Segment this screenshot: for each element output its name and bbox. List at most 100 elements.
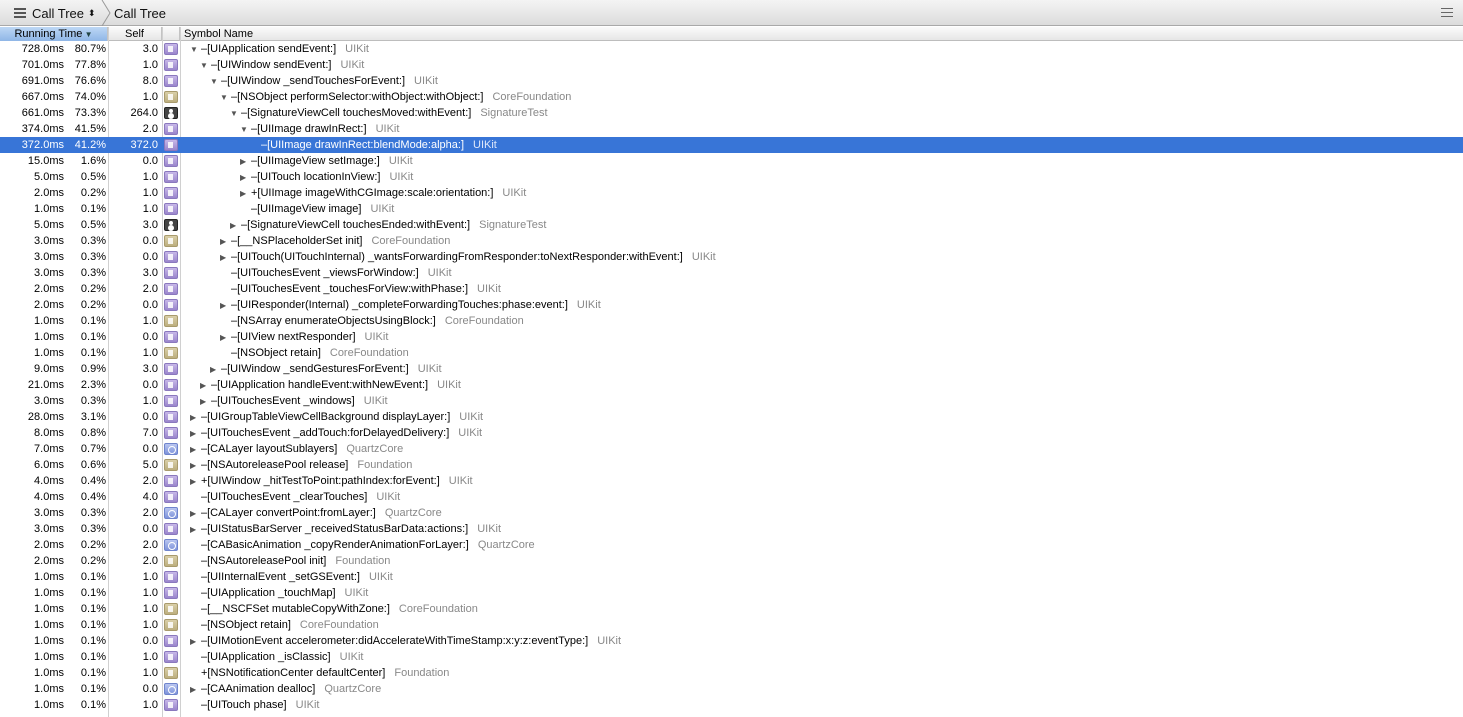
- table-row[interactable]: 1.0ms 0.1% 1.0 –[NSArray enumerateObjectsUs…: [0, 313, 1463, 329]
- disclosure-collapsed-icon[interactable]: ▶: [200, 394, 211, 410]
- disclosure-collapsed-icon[interactable]: ▶: [220, 298, 231, 314]
- table-row[interactable]: 4.0ms 0.4% 4.0 –[UITouchesEvent _clearTouch…: [0, 489, 1463, 505]
- library-name: CoreFoundation: [329, 347, 409, 359]
- foundation-library-icon: [164, 347, 178, 359]
- table-row[interactable]: 1.0ms 0.1% 0.0 ▶ –[UIView nextResponder] UIKi…: [0, 329, 1463, 345]
- disclosure-collapsed-icon[interactable]: ▶: [190, 442, 201, 458]
- symbol-name-cell: ▶ –[UITouch locationInView:] UIKit: [240, 169, 413, 185]
- table-row[interactable]: 1.0ms 0.1% 0.0 ▶ –[UIMotionEvent acceleromet…: [0, 633, 1463, 649]
- table-row[interactable]: 5.0ms 0.5% 3.0 ▶ –[SignatureViewCell touches…: [0, 217, 1463, 233]
- disclosure-collapsed-icon[interactable]: ▶: [230, 218, 241, 234]
- running-time-value: 1.0ms: [34, 347, 64, 359]
- table-row[interactable]: 1.0ms 0.1% 1.0 –[UIApplication _isClassic] U…: [0, 649, 1463, 665]
- symbol-name-cell: –[NSArray enumerateObjectsUsingBlock:] Co…: [220, 313, 524, 329]
- symbol-name-column-header[interactable]: Symbol Name: [180, 27, 1463, 41]
- uikit-library-icon: [164, 363, 178, 375]
- table-row[interactable]: 2.0ms 0.2% 1.0 ▶ +[UIImage imageWithCGImage:…: [0, 185, 1463, 201]
- table-row[interactable]: 3.0ms 0.3% 0.0 ▶ –[__NSPlaceholderSet init] C…: [0, 233, 1463, 249]
- symbol-name-cell: ▶ +[UIImage imageWithCGImage:scale:orient…: [240, 185, 526, 201]
- running-time-value: 1.0ms: [34, 619, 64, 631]
- self-column-header[interactable]: Self: [108, 27, 162, 41]
- symbol-name: –[UITouch(UITouchInternal) _wantsForward…: [231, 251, 683, 263]
- disclosure-collapsed-icon[interactable]: ▶: [190, 506, 201, 522]
- symbol-name-cell: –[NSAutoreleasePool init] Foundation: [190, 553, 390, 569]
- running-time-value: 5.0ms: [34, 219, 64, 231]
- call-tree-popup-button[interactable]: Call Tree ⬍: [14, 0, 96, 26]
- disclosure-collapsed-icon[interactable]: ▶: [190, 426, 201, 442]
- table-row[interactable]: 3.0ms 0.3% 2.0 ▶ –[CALayer convertPoint:from…: [0, 505, 1463, 521]
- disclosure-collapsed-icon[interactable]: ▶: [220, 250, 231, 266]
- table-row[interactable]: 28.0ms 3.1% 0.0 ▶ –[UIGroupTableViewCellBack…: [0, 409, 1463, 425]
- table-row[interactable]: 15.0ms 1.6% 0.0 ▶ –[UIImageView setImage:] UI…: [0, 153, 1463, 169]
- table-row[interactable]: 1.0ms 0.1% 1.0 –[UITouch phase] UIKit: [0, 697, 1463, 713]
- uikit-library-icon: [164, 475, 178, 487]
- library-name: SignatureTest: [479, 219, 547, 231]
- table-row[interactable]: 691.0ms 76.6% 8.0 ▼ –[UIWindow _sendTouchesF…: [0, 73, 1463, 89]
- disclosure-collapsed-icon[interactable]: ▶: [240, 186, 251, 202]
- running-time-column-header[interactable]: Running Time ▼: [0, 27, 108, 41]
- table-row[interactable]: 3.0ms 0.3% 1.0 ▶ –[UITouchesEvent _windows] U…: [0, 393, 1463, 409]
- table-row[interactable]: 8.0ms 0.8% 7.0 ▶ –[UITouchesEvent _addTouch:…: [0, 425, 1463, 441]
- disclosure-collapsed-icon[interactable]: ▶: [190, 522, 201, 538]
- table-row[interactable]: 1.0ms 0.1% 1.0 –[UIImageView image] UIKit: [0, 201, 1463, 217]
- running-time-percent: 77.8%: [74, 59, 106, 71]
- table-row[interactable]: 1.0ms 0.1% 1.0 –[NSObject retain] CoreFounda…: [0, 617, 1463, 633]
- disclosure-collapsed-icon[interactable]: ▶: [190, 682, 201, 698]
- disclosure-collapsed-icon[interactable]: ▶: [220, 234, 231, 250]
- library-name: UIKit: [417, 363, 442, 375]
- table-row[interactable]: 1.0ms 0.1% 1.0 –[NSObject retain] CoreFounda…: [0, 345, 1463, 361]
- table-row[interactable]: 667.0ms 74.0% 1.0 ▼ –[NSObject performSelect…: [0, 89, 1463, 105]
- table-row[interactable]: 1.0ms 0.1% 1.0 –[__NSCFSet mutableCopyWithZ…: [0, 601, 1463, 617]
- running-time-value: 21.0ms: [27, 379, 64, 391]
- table-row[interactable]: 9.0ms 0.9% 3.0 ▶ –[UIWindow _sendGesturesFor…: [0, 361, 1463, 377]
- symbol-name: –[UIMotionEvent accelerometer:didAcceler…: [201, 635, 589, 647]
- table-row[interactable]: 374.0ms 41.5% 2.0 ▼ –[UIImage drawInRect:] UI…: [0, 121, 1463, 137]
- disclosure-collapsed-icon[interactable]: ▶: [190, 410, 201, 426]
- table-row[interactable]: 2.0ms 0.2% 2.0 –[NSAutoreleasePool init] Fou…: [0, 553, 1463, 569]
- table-row[interactable]: 1.0ms 0.1% 1.0 +[NSNotificationCenter defau…: [0, 665, 1463, 681]
- table-row[interactable]: 3.0ms 0.3% 0.0 ▶ –[UIStatusBarServer _receiv…: [0, 521, 1463, 537]
- uikit-library-icon: [164, 267, 178, 279]
- table-row[interactable]: 2.0ms 0.2% 0.0 ▶ –[UIResponder(Internal) _co…: [0, 297, 1463, 313]
- disclosure-collapsed-icon[interactable]: ▶: [190, 458, 201, 474]
- running-time-value: 1.0ms: [34, 667, 64, 679]
- disclosure-expanded-icon[interactable]: ▼: [240, 122, 251, 138]
- table-row[interactable]: 728.0ms 80.7% 3.0 ▼ –[UIApplication sendEven…: [0, 41, 1463, 57]
- disclosure-expanded-icon[interactable]: ▼: [190, 42, 201, 58]
- table-row[interactable]: 5.0ms 0.5% 1.0 ▶ –[UITouch locationInView:] U…: [0, 169, 1463, 185]
- disclosure-collapsed-icon[interactable]: ▶: [220, 330, 231, 346]
- disclosure-collapsed-icon[interactable]: ▶: [200, 378, 211, 394]
- table-row[interactable]: 1.0ms 0.1% 0.0 ▶ –[CAAnimation dealloc] Quart…: [0, 681, 1463, 697]
- disclosure-collapsed-icon[interactable]: ▶: [240, 154, 251, 170]
- table-row[interactable]: 1.0ms 0.1% 1.0 –[UIInternalEvent _setGSEven…: [0, 569, 1463, 585]
- table-row[interactable]: 661.0ms 73.3% 264.0 ▼ –[SignatureViewCell to…: [0, 105, 1463, 121]
- disclosure-collapsed-icon[interactable]: ▶: [190, 634, 201, 650]
- running-time-percent: 0.1%: [80, 347, 106, 359]
- table-row[interactable]: 3.0ms 0.3% 3.0 –[UITouchesEvent _viewsForWi…: [0, 265, 1463, 281]
- symbol-name-cell: ▶ –[UITouch(UITouchInternal) _wantsForwar…: [220, 249, 716, 265]
- call-tree-outline[interactable]: 728.0ms 80.7% 3.0 ▼ –[UIApplication sendEven…: [0, 41, 1463, 717]
- table-row[interactable]: 21.0ms 2.3% 0.0 ▶ –[UIApplication handleEven…: [0, 377, 1463, 393]
- disclosure-expanded-icon[interactable]: ▼: [200, 58, 211, 74]
- breadcrumb-call-tree[interactable]: Call Tree: [114, 0, 166, 26]
- disclosure-expanded-icon[interactable]: ▼: [210, 74, 221, 90]
- disclosure-collapsed-icon[interactable]: ▶: [240, 170, 251, 186]
- table-row[interactable]: 2.0ms 0.2% 2.0 –[UITouchesEvent _touchesFor…: [0, 281, 1463, 297]
- disclosure-collapsed-icon[interactable]: ▶: [210, 362, 221, 378]
- table-row[interactable]: 6.0ms 0.6% 5.0 ▶ –[NSAutoreleasePool release…: [0, 457, 1463, 473]
- table-row[interactable]: 3.0ms 0.3% 0.0 ▶ –[UITouch(UITouchInternal) …: [0, 249, 1463, 265]
- table-row[interactable]: 372.0ms 41.2% 372.0 –[UIImage drawInRect:bl…: [0, 137, 1463, 153]
- uikit-library-icon: [164, 523, 178, 535]
- disclosure-collapsed-icon[interactable]: ▶: [190, 474, 201, 490]
- table-row[interactable]: 1.0ms 0.1% 1.0 –[UIApplication _touchMap] UI…: [0, 585, 1463, 601]
- self-value: 3.0: [142, 43, 158, 55]
- disclosure-expanded-icon[interactable]: ▼: [220, 90, 231, 106]
- symbol-name: +[UIImage imageWithCGImage:scale:orienta…: [251, 187, 494, 199]
- table-row[interactable]: 701.0ms 77.8% 1.0 ▼ –[UIWindow sendEvent:] UI…: [0, 57, 1463, 73]
- disclosure-expanded-icon[interactable]: ▼: [230, 106, 241, 122]
- table-row[interactable]: 2.0ms 0.2% 2.0 –[CABasicAnimation _copyRend…: [0, 537, 1463, 553]
- running-time-percent: 2.3%: [80, 379, 106, 391]
- options-menu-icon[interactable]: [1441, 8, 1453, 18]
- table-row[interactable]: 4.0ms 0.4% 2.0 ▶ +[UIWindow _hitTestToPoint:…: [0, 473, 1463, 489]
- table-row[interactable]: 7.0ms 0.7% 0.0 ▶ –[CALayer layoutSublayers] Q…: [0, 441, 1463, 457]
